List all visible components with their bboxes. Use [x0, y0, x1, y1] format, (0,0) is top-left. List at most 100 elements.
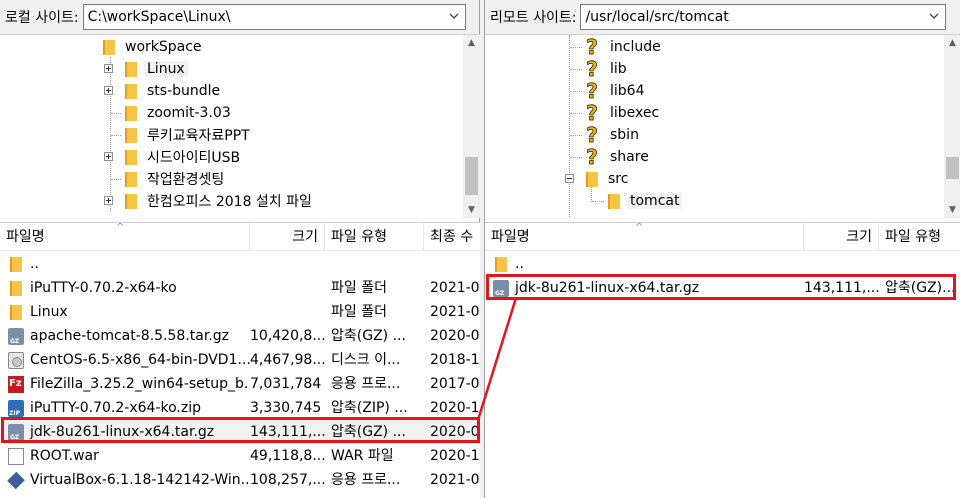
file-modified: 2017-0 [430, 376, 480, 392]
remote-path-input[interactable]: /usr/local/src/tomcat [580, 4, 947, 30]
file-name: apache-tomcat-8.5.58.tar.gz [30, 328, 229, 344]
file-name: CentOS-6.5-x86_64-bin-DVD1.... [30, 352, 250, 368]
file-name-cell: apache-tomcat-8.5.58.tar.gz [0, 324, 250, 348]
folder-icon [124, 127, 137, 143]
remote-file-row[interactable]: .. [485, 252, 960, 276]
remote-tree-item[interactable]: ? lib [585, 58, 630, 80]
col-header-type[interactable]: 파일 유형 [879, 223, 960, 251]
scroll-thumb[interactable] [946, 157, 959, 179]
vbox-file-icon [7, 471, 25, 489]
local-site-bar: 로컬 사이트: C:\workSpace\Linux\ [0, 0, 479, 34]
remote-tree-item[interactable]: ? lib64 [585, 80, 647, 102]
file-type: 압축(GZ) ... [331, 328, 406, 344]
file-size: 108,257,... [250, 472, 325, 488]
remote-file-list: 파일명 ^ 크기 파일 유형 ..jdk-8u261-linux-x64.tar… [485, 222, 960, 498]
local-tree-item[interactable]: workSpace [102, 36, 205, 58]
remote-tree-item[interactable]: ? libexec [585, 102, 662, 124]
highlight-local-jdk [1, 417, 480, 443]
col-header-size[interactable]: 크기 [250, 223, 325, 251]
remote-tree-item[interactable]: ? include [585, 36, 664, 58]
col-header-size[interactable]: 크기 [804, 223, 879, 251]
scroll-down-icon[interactable]: ▼ [944, 202, 960, 218]
scroll-thumb[interactable] [465, 157, 478, 195]
folder-file-icon [8, 280, 24, 297]
collapse-icon[interactable] [565, 174, 574, 183]
expand-icon[interactable] [104, 64, 113, 73]
tree-item-label: include [610, 39, 661, 55]
expand-icon[interactable] [104, 196, 113, 205]
gz-file-icon [8, 327, 24, 345]
question-icon: ? [586, 123, 598, 147]
folder-icon [124, 149, 137, 165]
local-file-row[interactable]: VirtualBox-6.1.18-142142-Win.... 108,257,… [0, 468, 480, 492]
file-type: 디스크 이... [331, 352, 401, 368]
local-file-row[interactable]: .. [0, 252, 480, 276]
local-tree-item[interactable]: 작업환경셋팅 [124, 168, 227, 190]
file-name-cell: Linux [0, 300, 250, 324]
local-site-label: 로컬 사이트: [5, 10, 79, 26]
file-name-cell: .. [0, 252, 250, 276]
file-size [804, 252, 879, 276]
local-file-row[interactable]: apache-tomcat-8.5.58.tar.gz 10,420,8... 압축… [0, 324, 480, 348]
local-tree-item[interactable]: Linux [124, 58, 188, 80]
file-size: 4,467,98... [250, 352, 325, 368]
remote-site-bar: 리모트 사이트: /usr/local/src/tomcat [485, 0, 960, 34]
remote-tree-scrollbar[interactable]: ▲ ▼ [944, 35, 960, 218]
chevron-down-icon[interactable] [447, 9, 461, 23]
local-tree-item[interactable]: 시드아이티USB [124, 146, 243, 168]
local-file-row[interactable]: iPuTTY-0.70.2-x64-ko 파일 폴더 2021-0 [0, 276, 480, 300]
tree-item-label: libexec [610, 105, 660, 121]
chevron-down-icon[interactable] [927, 9, 941, 23]
folder-icon [102, 39, 115, 55]
local-tree-item[interactable]: 한컴오피스 2018 설치 파일 [124, 190, 315, 212]
local-folder-tree: workSpace Linux sts-bundle zoomit-3.03 루키교육자… [0, 34, 480, 218]
local-tree-item[interactable]: 루키교육자료PPT [124, 124, 253, 146]
file-name-cell: iPuTTY-0.70.2-x64-ko [0, 276, 250, 300]
local-file-row[interactable]: CentOS-6.5-x86_64-bin-DVD1.... 4,467,98..… [0, 348, 480, 372]
file-name: FileZilla_3.25.2_win64-setup_b... [30, 376, 250, 392]
scroll-up-icon[interactable]: ▲ [463, 35, 480, 52]
folder-file-icon [8, 256, 24, 273]
file-modified: 2021-0 [430, 472, 480, 488]
local-file-row[interactable]: Linux 파일 폴더 2021-0 [0, 300, 480, 324]
file-type: 파일 폴더 [331, 304, 387, 320]
file-name: .. [30, 256, 39, 272]
file-name-cell: VirtualBox-6.1.18-142142-Win.... [0, 468, 250, 492]
expand-icon[interactable] [104, 152, 113, 161]
local-file-row[interactable]: ROOT.war 49,118,8... WAR 파일 2020-1 [0, 444, 480, 468]
col-header-name[interactable]: 파일명 ^ [485, 223, 804, 251]
file-name: iPuTTY-0.70.2-x64-ko [30, 280, 177, 296]
folder-icon [124, 171, 137, 187]
file-name: .. [515, 256, 524, 272]
remote-tree-item[interactable]: ? share [585, 146, 652, 168]
scroll-up-icon[interactable]: ▲ [944, 35, 960, 52]
local-path-input[interactable]: C:\workSpace\Linux\ [82, 4, 466, 30]
file-modified [424, 252, 480, 276]
file-size: 7,031,784 [250, 376, 322, 392]
file-modified: 2020-0 [430, 328, 480, 344]
remote-folder-tree: ? include? lib? lib64? libexec? sbin? share src… [485, 34, 960, 218]
file-name-cell: .. [485, 252, 804, 276]
remote-path-value: /usr/local/src/tomcat [585, 9, 729, 25]
col-header-type[interactable]: 파일 유형 [325, 223, 424, 251]
file-size [250, 252, 325, 276]
local-tree-item[interactable]: sts-bundle [124, 80, 223, 102]
local-tree-scrollbar[interactable]: ▲ ▼ [463, 35, 480, 218]
local-file-row[interactable]: FileZilla_3.25.2_win64-setup_b...7,031,7… [0, 372, 480, 396]
local-list-header: 파일명 ^ 크기 파일 유형 최종 수 [0, 223, 480, 251]
file-modified: 2018-1 [430, 352, 480, 368]
file-name-cell: FileZilla_3.25.2_win64-setup_b... [0, 372, 250, 396]
expand-icon[interactable] [104, 86, 113, 95]
col-header-name[interactable]: 파일명 ^ [0, 223, 250, 251]
scroll-down-icon[interactable]: ▼ [463, 202, 480, 218]
col-header-modified[interactable]: 최종 수 [424, 223, 480, 251]
tree-item-label: 루키교육자료PPT [147, 128, 250, 144]
highlight-remote-jdk [486, 274, 956, 300]
folder-icon [607, 193, 620, 209]
local-tree-item[interactable]: zoomit-3.03 [124, 102, 234, 124]
remote-tree-item[interactable]: tomcat [607, 190, 683, 212]
question-icon: ? [586, 79, 598, 103]
tree-item-label: zoomit-3.03 [147, 105, 231, 121]
file-name: Linux [30, 304, 68, 320]
remote-tree-item[interactable]: ? sbin [585, 124, 642, 146]
